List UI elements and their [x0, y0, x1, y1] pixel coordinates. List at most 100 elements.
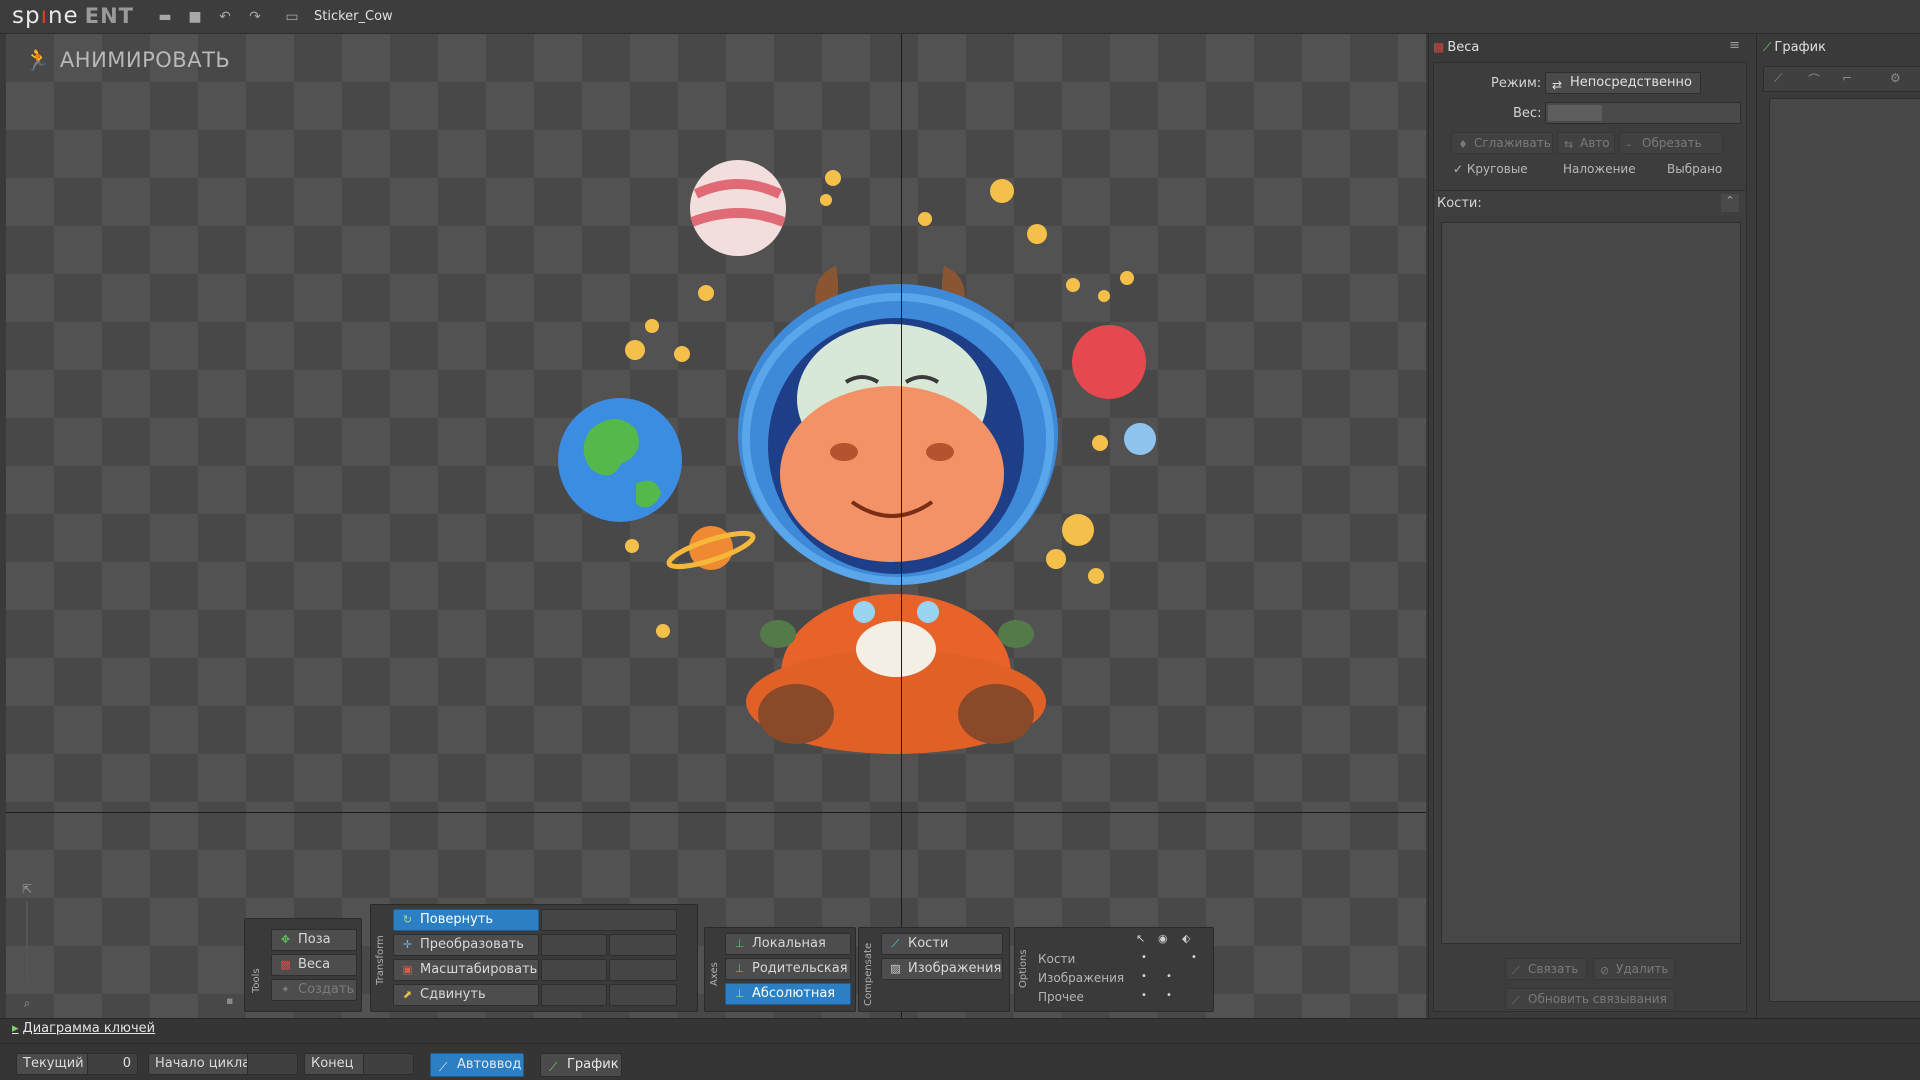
dopesheet-bar: ▸ Диаграмма ключей Текущий 0 Начало цикла …: [0, 1018, 1920, 1080]
options-row-images[interactable]: Изображения • •: [1038, 971, 1198, 989]
overlay-checkbox[interactable]: Наложение: [1563, 162, 1636, 176]
zoom-slider[interactable]: [26, 902, 28, 982]
graph-area[interactable]: [1769, 98, 1920, 1002]
visibility-eye-icon[interactable]: ◉: [1158, 932, 1168, 945]
image-icon: ▨: [890, 962, 901, 975]
save-icon[interactable]: ■: [186, 8, 204, 26]
mode-dropdown[interactable]: ⇄ Непосредственно: [1545, 72, 1701, 94]
weight-slider[interactable]: [1545, 102, 1741, 124]
scale-tool-button[interactable]: ▣ Масштабировать: [393, 959, 539, 981]
weights-panel-tab[interactable]: ▩ Веса: [1433, 34, 1479, 60]
axes-local-button[interactable]: ⊥ Локальная: [725, 933, 851, 955]
viewport-side-tools: ⇱ ⌕ ▣: [18, 844, 36, 1018]
axes-parent-button[interactable]: ⊥ Родительская: [725, 958, 851, 980]
weight-slider-handle[interactable]: [1548, 105, 1602, 121]
translate-value-field-x[interactable]: [541, 984, 607, 1006]
horizontal-axis: [6, 812, 1426, 813]
select-cursor-icon[interactable]: ↖: [1136, 932, 1145, 945]
transform-value-field-x[interactable]: [541, 934, 607, 956]
name-tag-icon[interactable]: ⬖: [1182, 932, 1190, 945]
current-frame-field[interactable]: Текущий 0: [16, 1053, 138, 1075]
update-bindings-button[interactable]: ⟋ Обновить связывания: [1505, 988, 1675, 1010]
undo-icon[interactable]: ↶: [216, 8, 234, 26]
options-panel-label: Options: [1018, 949, 1029, 988]
transform-value-field-y[interactable]: [609, 934, 677, 956]
bottom-separator: [0, 1043, 1920, 1044]
transform-panel-label: Transform: [375, 935, 386, 985]
open-folder-icon[interactable]: ▬: [156, 8, 174, 26]
rotate-value-field[interactable]: [541, 909, 677, 931]
update-bindings-icon: ⟋: [1512, 994, 1520, 1007]
loop-start-field[interactable]: Начало цикла: [148, 1053, 298, 1075]
mode-icon: ⇄: [1552, 78, 1563, 92]
graph-panel-tab[interactable]: ⟋ График: [1763, 34, 1826, 60]
graph-panel: ⟋ График ⟋ ⌒ ⌐ ⚙: [1756, 34, 1920, 1018]
prune-button[interactable]: – Обрезать: [1619, 132, 1723, 154]
options-row-other[interactable]: Прочее • •: [1038, 990, 1198, 1008]
graph-settings-icon[interactable]: ⚙: [1890, 71, 1901, 85]
options-header-icons: ↖ ◉ ⬖: [1130, 932, 1200, 946]
smooth-button[interactable]: ♦ Сглаживать: [1451, 132, 1553, 154]
weights-panel: ▩ Веса ≡ Режим: ⇄ Непосредственно Вес: ♦ Сг…: [1428, 34, 1750, 1018]
transform-icon: ✛: [402, 938, 413, 951]
axes-panel: Axes ⊥ Локальная ⊥ Родительская ⊥ Абсолютна…: [704, 927, 856, 1012]
project-name: Sticker_Cow: [314, 9, 393, 24]
graph-toggle-icon: ⟋: [549, 1060, 558, 1074]
graph-linear-icon[interactable]: ⟋: [1774, 71, 1782, 86]
dopesheet-tab[interactable]: ▸ Диаграмма ключей: [12, 1021, 155, 1041]
auto-icon: ⇆: [1564, 138, 1574, 151]
tools-panel: Tools ✥ Поза ▩ Веса ✦ Создать: [244, 918, 362, 1012]
editor-viewport[interactable]: 🏃 АНИМИРОВАТЬ ⇱ ⌕ Tools ✥ Поза ▩ Веса ✦ …: [6, 34, 1426, 1018]
translate-value-field-y[interactable]: [609, 984, 677, 1006]
redo-icon[interactable]: ↷: [246, 8, 264, 26]
absolute-axes-icon: ⊥: [734, 987, 745, 1000]
graph-toolbar: ⟋ ⌒ ⌐ ⚙: [1763, 66, 1920, 92]
smooth-icon: ♦: [1458, 138, 1468, 151]
bones-label: Кости:: [1437, 196, 1482, 211]
panel-menu-icon[interactable]: ≡: [1729, 38, 1740, 53]
zoom-slider-icon[interactable]: ⇱: [18, 882, 36, 896]
create-tool-button[interactable]: ✦ Создать: [271, 979, 357, 1001]
rotate-tool-button[interactable]: ↻ Повернуть: [393, 909, 539, 931]
graph-bezier-icon[interactable]: ⌒: [1808, 71, 1820, 88]
bones-header: Кости: ⌃: [1435, 190, 1745, 216]
spine-logo: spıne ENT: [12, 3, 134, 29]
top-toolbar: spıne ENT ▬ ■ ↶ ↷ ▭ Sticker_Cow: [0, 0, 1920, 34]
auto-button[interactable]: ⇆ Авто: [1557, 132, 1615, 154]
pose-tool-button[interactable]: ✥ Поза: [271, 929, 357, 951]
selected-checkbox[interactable]: Выбрано: [1667, 162, 1722, 176]
translate-tool-button[interactable]: ⬈ Сдвинуть: [393, 984, 539, 1006]
autokey-icon: ⟋: [439, 1060, 448, 1074]
transform-tool-button[interactable]: ✛ Преобразовать: [393, 934, 539, 956]
bones-list[interactable]: [1441, 222, 1741, 944]
vertical-axis: [901, 34, 902, 1018]
circular-checkbox[interactable]: ✓ Круговые: [1453, 162, 1528, 176]
weights-tool-button[interactable]: ▩ Веса: [271, 954, 357, 976]
cow-astronaut-illustration: [558, 160, 1156, 754]
graph-toggle-button[interactable]: ⟋ График: [540, 1053, 622, 1077]
axes-panel-label: Axes: [709, 962, 720, 986]
scale-value-field-y[interactable]: [609, 959, 677, 981]
collapse-icon[interactable]: ⌃: [1721, 194, 1739, 212]
tools-panel-label: Tools: [251, 968, 262, 993]
scale-value-field-x[interactable]: [541, 959, 607, 981]
bone-icon: ⟋: [891, 937, 900, 950]
autokey-button[interactable]: ⟋ Автоввод: [430, 1053, 524, 1077]
compensate-bones-button[interactable]: ⟋ Кости: [881, 933, 1003, 955]
compensate-images-button[interactable]: ▨ Изображения: [881, 958, 1003, 980]
create-icon: ✦: [280, 983, 291, 996]
end-frame-field[interactable]: Конец: [304, 1053, 414, 1075]
bind-button[interactable]: ⟋ Связать: [1505, 958, 1587, 980]
graph-stepped-icon[interactable]: ⌐: [1842, 71, 1852, 85]
transform-panel: Transform ↻ Повернуть ✛ Преобразовать ▣ Мас…: [370, 904, 698, 1012]
weights-icon: ▩: [280, 958, 291, 971]
image-icon[interactable]: ▭: [283, 8, 301, 26]
pose-icon: ✥: [280, 933, 291, 946]
magnifier-icon[interactable]: ⌕: [18, 996, 36, 1011]
remove-button[interactable]: ⊘ Удалить: [1593, 958, 1675, 980]
options-row-bones[interactable]: Кости • •: [1038, 952, 1198, 970]
graph-tab-icon: ⟋: [1763, 40, 1772, 54]
axes-absolute-button[interactable]: ⊥ Абсолютная: [725, 983, 851, 1005]
dopesheet-icon: ▸: [12, 1021, 19, 1036]
lock-icon[interactable]: ▪: [226, 994, 233, 1007]
